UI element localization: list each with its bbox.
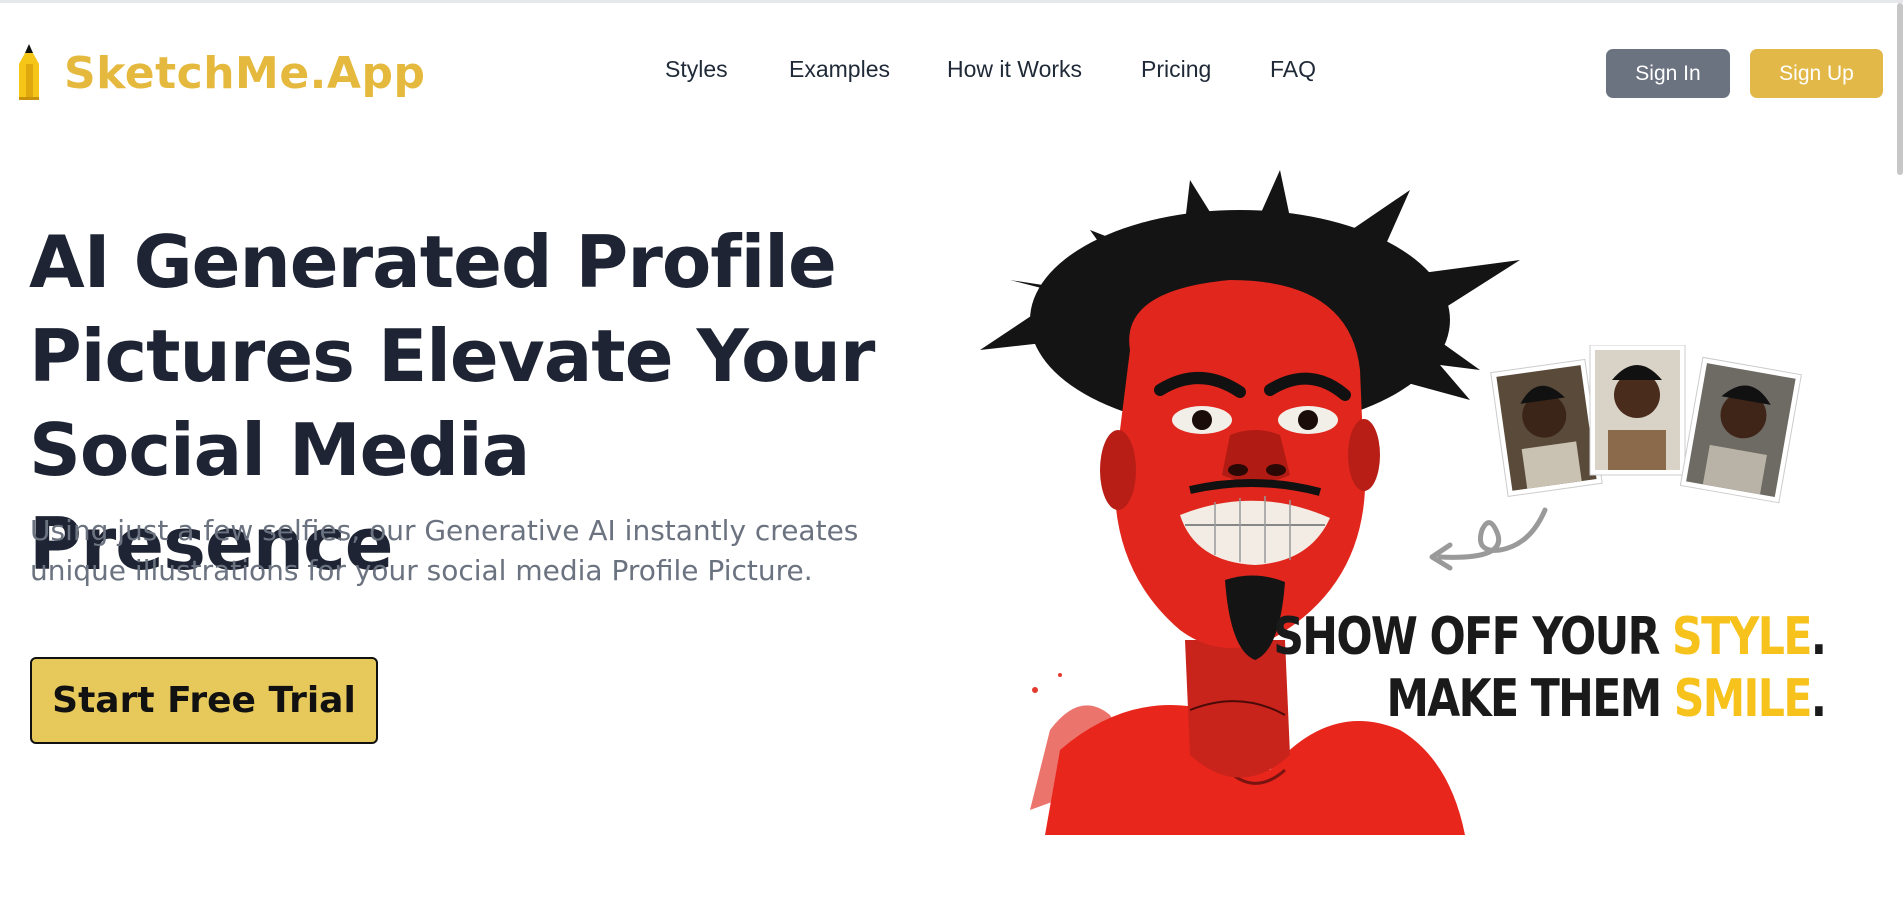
nav-item-how-it-works[interactable]: How it Works (947, 56, 1082, 83)
top-border (0, 0, 1903, 3)
start-free-trial-button[interactable]: Start Free Trial (30, 657, 378, 744)
nav-item-pricing[interactable]: Pricing (1141, 56, 1211, 83)
slogan-line-1-period: . (1810, 607, 1826, 667)
curly-arrow-icon (1429, 507, 1548, 571)
scrollbar-thumb[interactable] (1897, 3, 1903, 175)
nav-item-examples[interactable]: Examples (789, 56, 890, 83)
sign-up-button[interactable]: Sign Up (1750, 49, 1883, 98)
slogan-line-1: SHOW OFF YOUR STYLE. (1272, 606, 1827, 668)
brand-name: SketchMe.App (64, 47, 426, 99)
pencil-logo-icon (19, 44, 39, 100)
nav-item-faq[interactable]: FAQ (1270, 56, 1316, 83)
slogan-text: SHOW OFF YOUR STYLE. MAKE THEM SMILE. (1272, 606, 1827, 730)
selfie-photos-collage (1490, 345, 1802, 504)
hero-subtext: Using just a few selfies, our Generative… (30, 514, 859, 587)
slogan-highlight-style: STYLE (1671, 607, 1812, 667)
nav-item-styles[interactable]: Styles (665, 56, 728, 83)
brand-logo-link[interactable]: SketchMe.App (14, 44, 425, 102)
slogan-line-1-prefix: SHOW OFF YOUR (1272, 607, 1672, 667)
slogan-line-2: MAKE THEM SMILE. (1273, 668, 1827, 730)
sign-in-button[interactable]: Sign In (1606, 49, 1730, 98)
slogan-line-2-prefix: MAKE THEM (1386, 669, 1674, 729)
slogan-highlight-smile: SMILE (1673, 669, 1812, 729)
slogan-line-2-period: . (1810, 669, 1826, 729)
